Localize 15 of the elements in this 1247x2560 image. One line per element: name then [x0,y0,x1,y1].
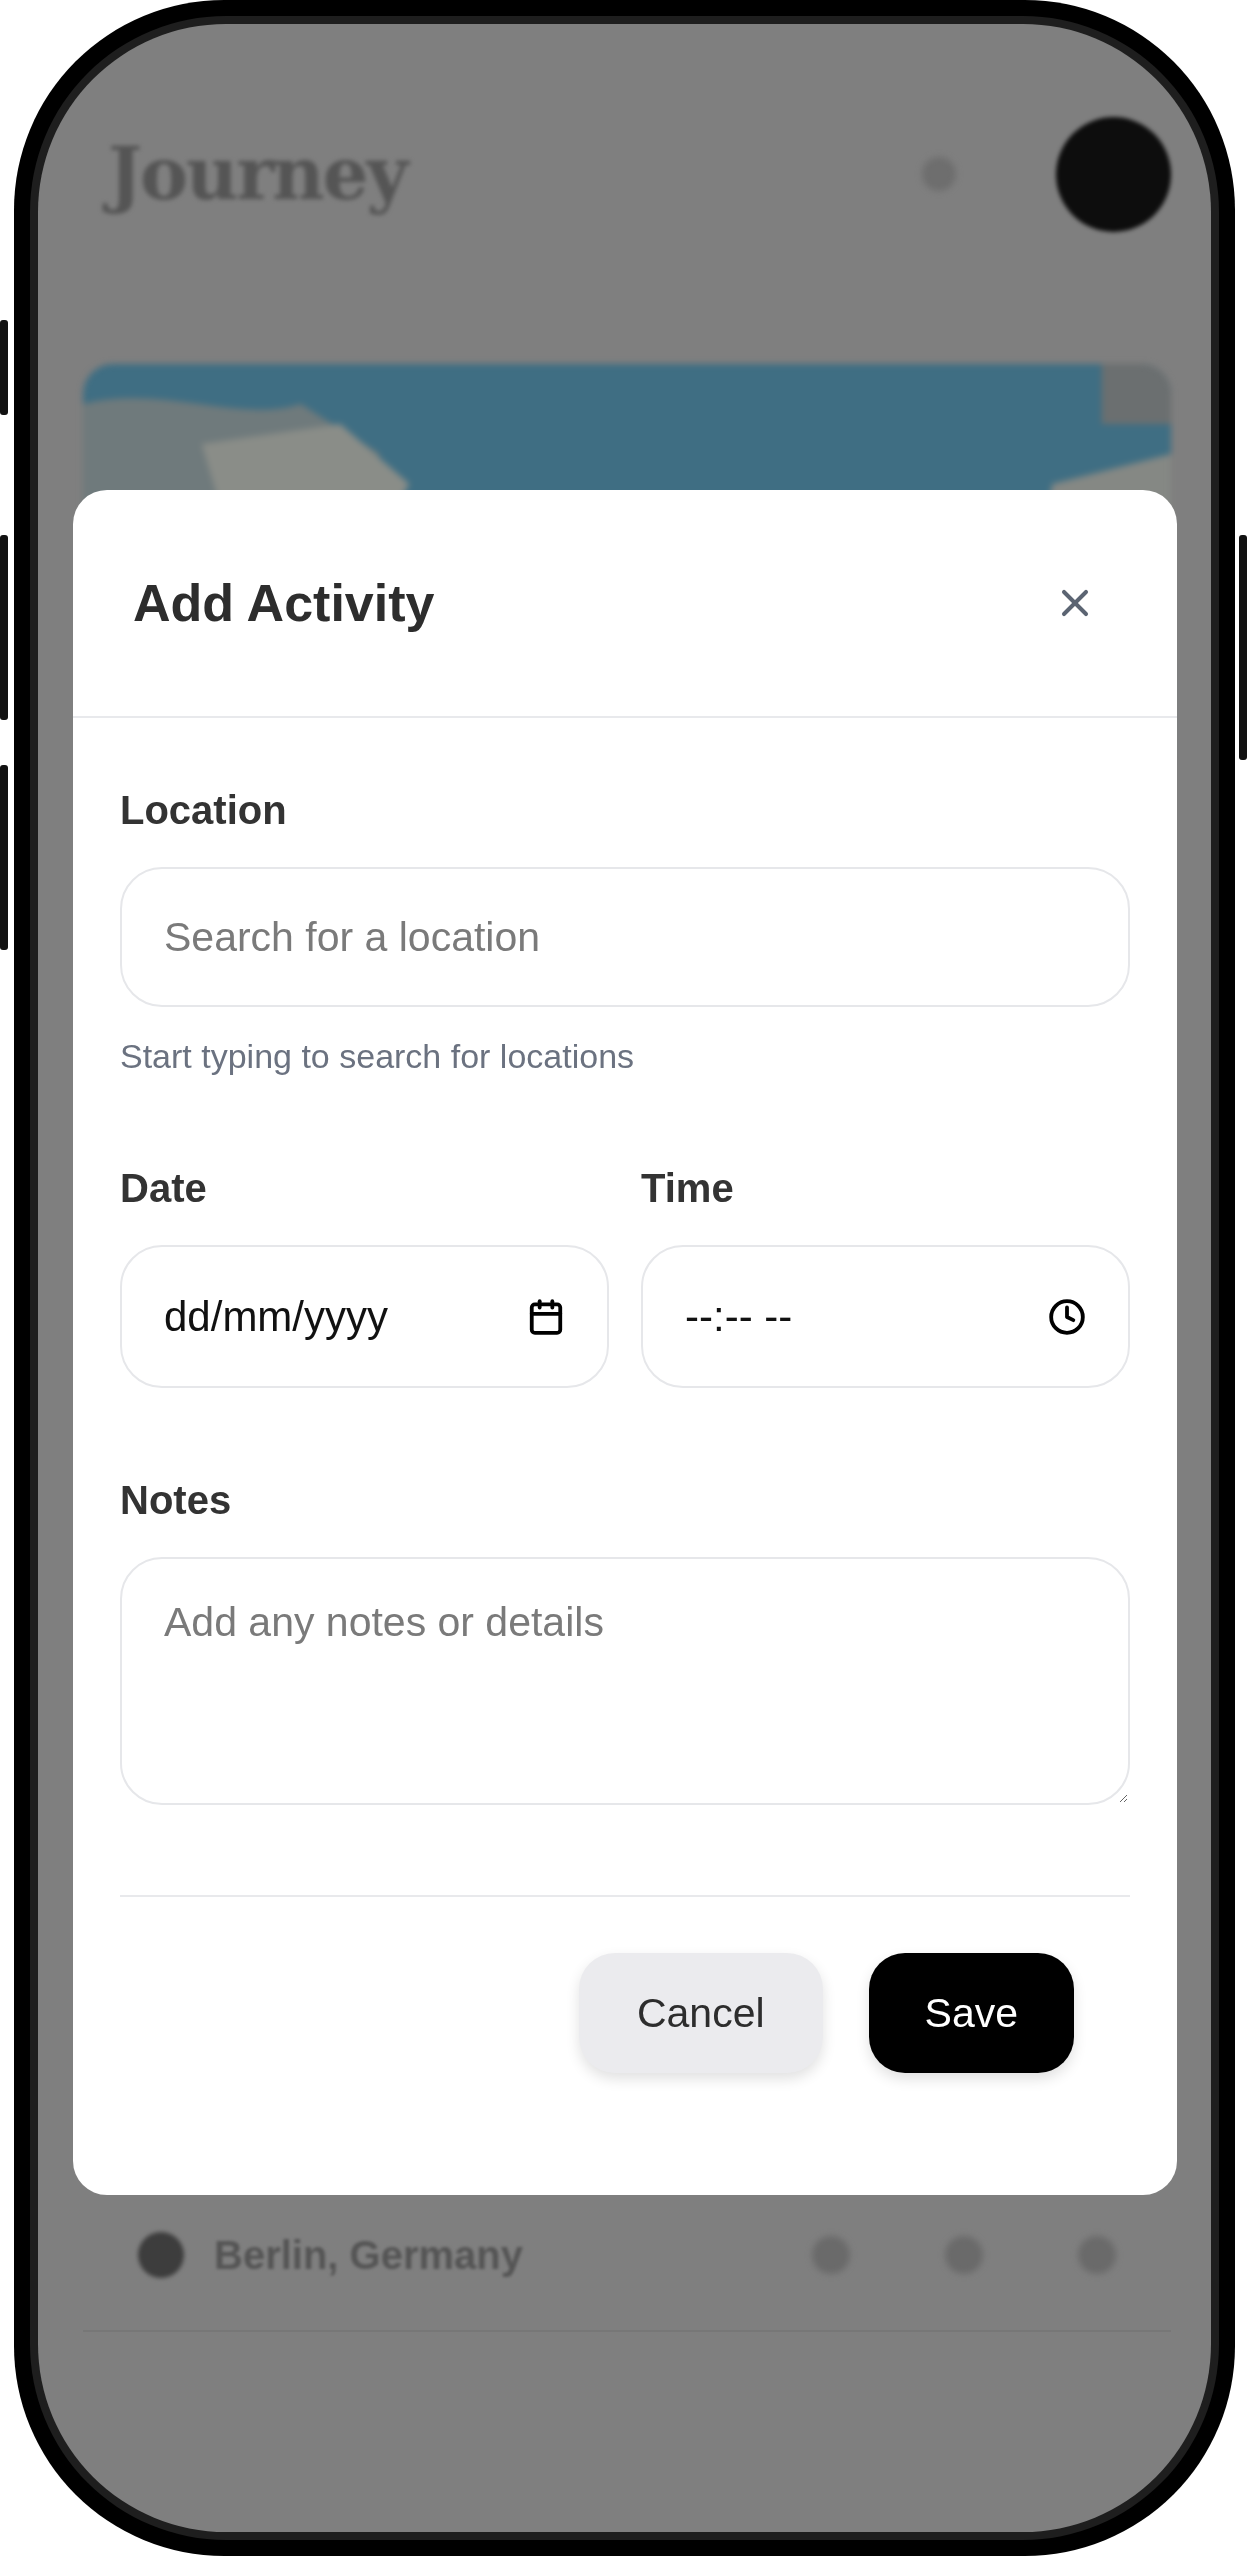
helper-text: Start typing to search for locations [120,1037,636,1076]
save-button[interactable]: Save [868,1953,1074,2073]
clock-icon [1048,1297,1086,1336]
dialog-title: Add Activity [133,573,435,633]
field-label: Time [641,1166,735,1211]
location-field[interactable]: Search for a location [120,867,1130,1007]
calendar-icon [527,1297,565,1336]
notes-field[interactable]: Add any notes or details [120,1557,1130,1805]
avatar[interactable] [1056,116,1171,232]
time-field[interactable]: --:-- -- [641,1245,1130,1388]
field-label: Notes [120,1478,233,1523]
date-field[interactable]: dd/mm/yyyy [120,1245,609,1388]
field-label: Date [120,1166,208,1211]
cancel-button[interactable]: Cancel [578,1953,823,2073]
field-label: Location [120,788,288,833]
